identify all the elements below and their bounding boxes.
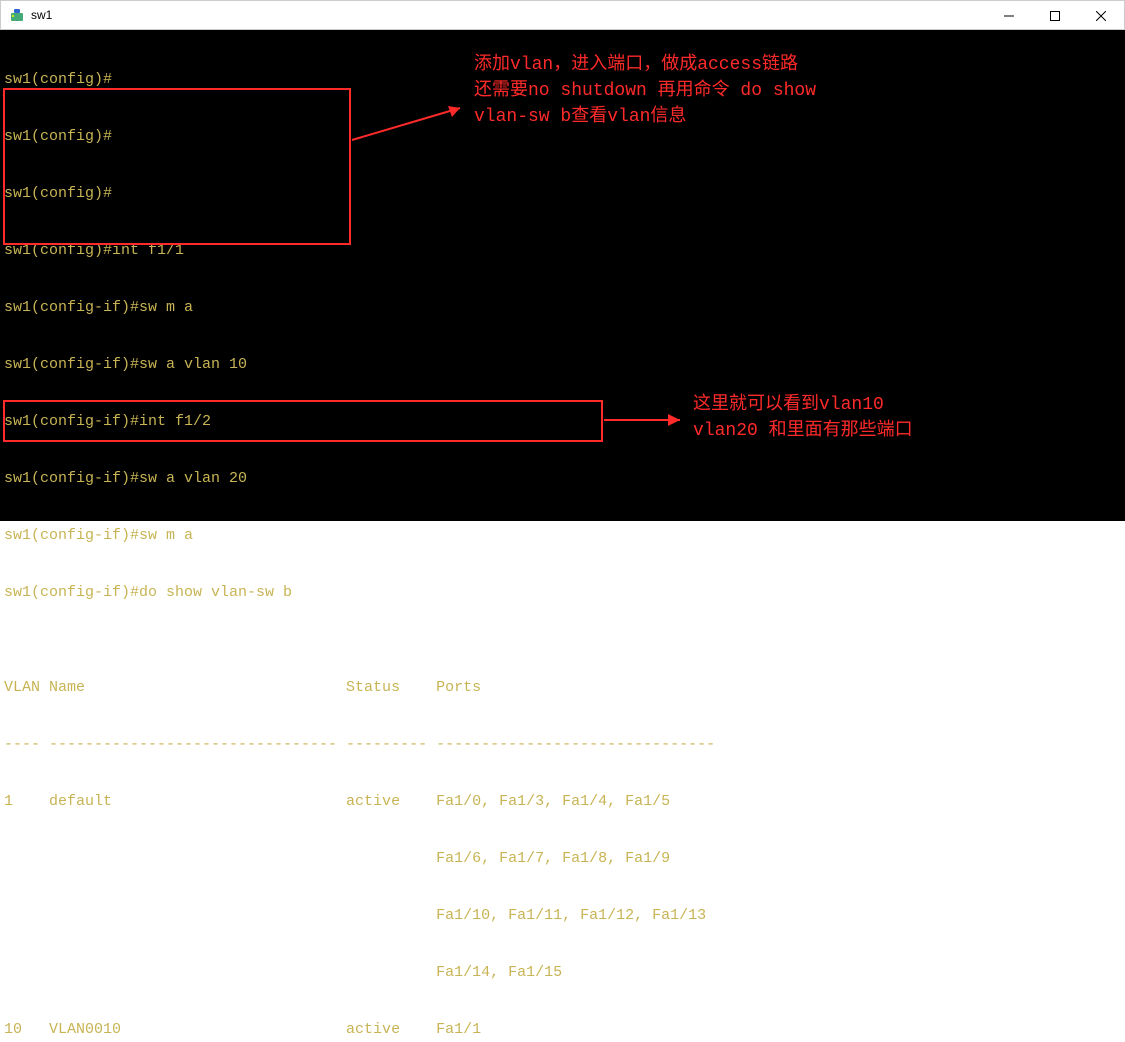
terminal[interactable]: sw1(config)# sw1(config)# sw1(config)# s… bbox=[0, 30, 1125, 521]
close-button[interactable] bbox=[1078, 1, 1124, 30]
terminal-line: ---- -------------------------------- --… bbox=[4, 735, 1121, 754]
terminal-line: Fa1/14, Fa1/15 bbox=[4, 963, 1121, 982]
titlebar[interactable]: sw1 bbox=[0, 0, 1125, 30]
terminal-line: sw1(config)# bbox=[4, 70, 1121, 89]
maximize-button[interactable] bbox=[1032, 1, 1078, 30]
terminal-line: sw1(config)# bbox=[4, 127, 1121, 146]
terminal-line: Fa1/6, Fa1/7, Fa1/8, Fa1/9 bbox=[4, 849, 1121, 868]
terminal-line: sw1(config-if)#int f1/2 bbox=[4, 412, 1121, 431]
terminal-line: sw1(config-if)#sw a vlan 10 bbox=[4, 355, 1121, 374]
terminal-line: Fa1/10, Fa1/11, Fa1/12, Fa1/13 bbox=[4, 906, 1121, 925]
terminal-line: sw1(config-if)#sw a vlan 20 bbox=[4, 469, 1121, 488]
terminal-line: sw1(config-if)#sw m a bbox=[4, 526, 1121, 545]
app-icon bbox=[9, 7, 25, 23]
terminal-line: 1 default active Fa1/0, Fa1/3, Fa1/4, Fa… bbox=[4, 792, 1121, 811]
terminal-line: 10 VLAN0010 active Fa1/1 bbox=[4, 1020, 1121, 1039]
minimize-button[interactable] bbox=[986, 1, 1032, 30]
terminal-line: sw1(config-if)#do show vlan-sw b bbox=[4, 583, 1121, 602]
window-controls bbox=[986, 1, 1124, 29]
window-title: sw1 bbox=[31, 8, 52, 22]
terminal-line: sw1(config-if)#sw m a bbox=[4, 298, 1121, 317]
terminal-line: VLAN Name Status Ports bbox=[4, 678, 1121, 697]
terminal-line: sw1(config)# bbox=[4, 184, 1121, 203]
terminal-line: sw1(config)#int f1/1 bbox=[4, 241, 1121, 260]
